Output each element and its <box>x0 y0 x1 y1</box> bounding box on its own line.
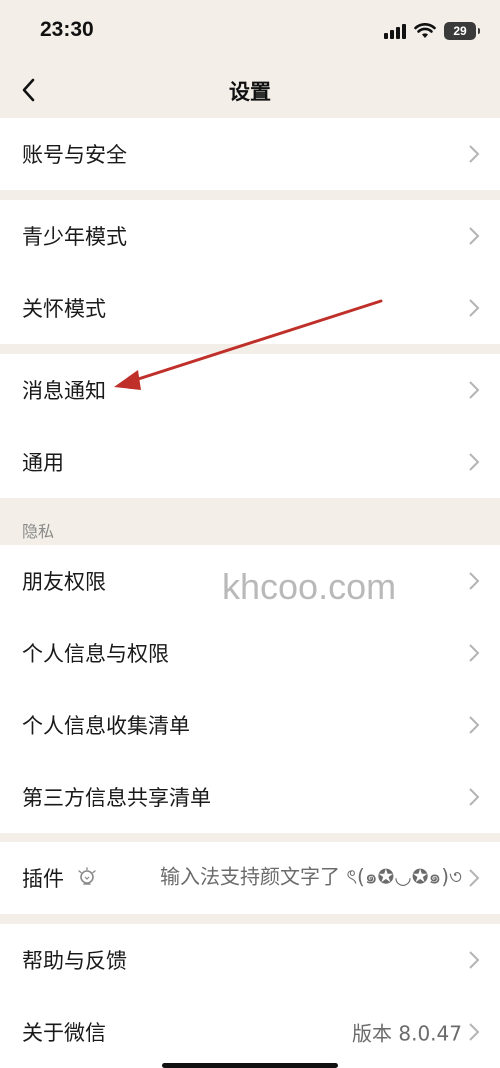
row-label: 个人信息与权限 <box>22 642 169 666</box>
settings-row-about-wechat[interactable]: 关于微信 版本 8.0.47 <box>0 996 500 1068</box>
row-label: 第三方信息共享清单 <box>22 786 211 810</box>
settings-row-general[interactable]: 通用 <box>0 426 500 498</box>
chevron-right-icon <box>469 299 480 317</box>
chevron-right-icon <box>469 227 480 245</box>
nav-bar: 设置 <box>0 62 500 118</box>
chevron-right-icon <box>469 644 480 662</box>
settings-row-personal-info-collection[interactable]: 个人信息收集清单 <box>0 689 500 761</box>
row-label: 个人信息收集清单 <box>22 714 190 738</box>
version-value: 版本 8.0.47 <box>352 1021 462 1046</box>
row-label: 朋友权限 <box>22 570 106 594</box>
status-time: 23:30 <box>40 18 94 41</box>
settings-group-privacy: 朋友权限 个人信息与权限 个人信息收集清单 第三方信息共享清单 <box>0 545 500 833</box>
chevron-right-icon <box>469 572 480 590</box>
row-value: 输入法支持颜文字了 ৎ(๑✪◡✪๑)৩ <box>159 864 462 889</box>
page-title: 设置 <box>229 80 271 104</box>
chevron-right-icon <box>469 1023 480 1041</box>
chevron-right-icon <box>469 716 480 734</box>
bulb-icon <box>78 867 96 885</box>
chevron-right-icon <box>469 381 480 399</box>
settings-row-teen-mode[interactable]: 青少年模式 <box>0 200 500 272</box>
row-label: 关于微信 <box>22 1021 106 1045</box>
chevron-right-icon <box>469 869 480 887</box>
settings-row-help-feedback[interactable]: 帮助与反馈 <box>0 924 500 996</box>
row-label: 账号与安全 <box>22 143 127 167</box>
chevron-right-icon <box>469 788 480 806</box>
settings-group-notifications: 消息通知 通用 <box>0 354 500 498</box>
row-label: 插件 <box>22 867 64 891</box>
row-label: 通用 <box>22 451 64 475</box>
row-label: 帮助与反馈 <box>22 949 127 973</box>
section-label-privacy: 隐私 <box>22 522 55 541</box>
row-label: 关怀模式 <box>22 297 106 321</box>
chevron-right-icon <box>469 145 480 163</box>
row-label: 青少年模式 <box>22 225 127 249</box>
battery-icon: 29 <box>444 22 480 40</box>
settings-row-third-party-sharing[interactable]: 第三方信息共享清单 <box>0 761 500 833</box>
chevron-right-icon <box>469 453 480 471</box>
wifi-icon <box>414 23 436 38</box>
status-icons: 29 <box>384 20 480 42</box>
home-indicator <box>162 1063 338 1068</box>
status-bar: 23:30 29 <box>0 0 500 62</box>
signal-icon <box>384 24 406 39</box>
settings-row-personal-info-permissions[interactable]: 个人信息与权限 <box>0 617 500 689</box>
row-label: 消息通知 <box>22 379 106 403</box>
settings-group-about: 帮助与反馈 关于微信 版本 8.0.47 <box>0 924 500 1068</box>
settings-row-care-mode[interactable]: 关怀模式 <box>0 272 500 344</box>
settings-row-notifications[interactable]: 消息通知 <box>0 354 500 426</box>
settings-row-friend-permissions[interactable]: 朋友权限 <box>0 545 500 617</box>
chevron-right-icon <box>469 951 480 969</box>
settings-row-plugins[interactable]: 插件 输入法支持颜文字了 ৎ(๑✪◡✪๑)৩ <box>0 842 500 914</box>
settings-group-modes: 青少年模式 关怀模式 <box>0 200 500 344</box>
settings-group-account: 账号与安全 <box>0 118 500 190</box>
settings-group-plugins: 插件 输入法支持颜文字了 ৎ(๑✪◡✪๑)৩ <box>0 842 500 914</box>
settings-row-account-security[interactable]: 账号与安全 <box>0 118 500 190</box>
